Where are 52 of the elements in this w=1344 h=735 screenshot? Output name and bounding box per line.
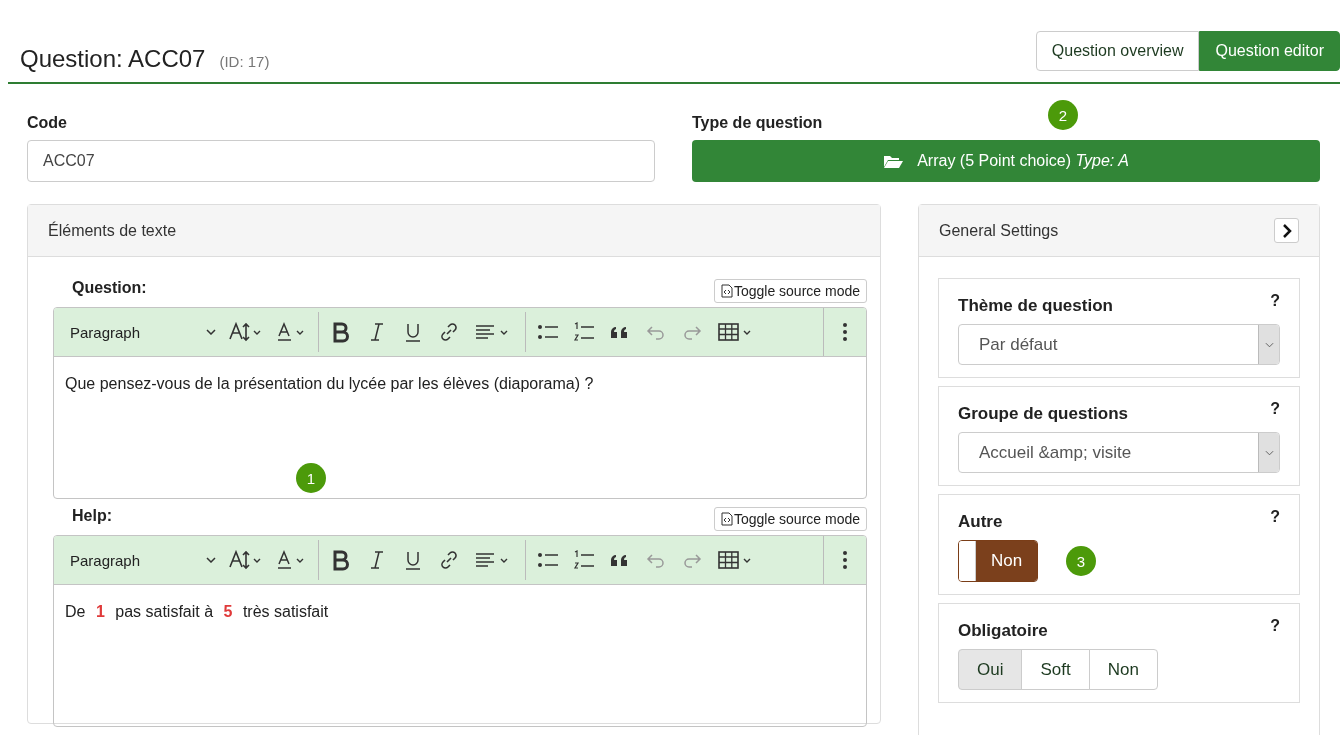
setting-label: Thème de question (958, 296, 1113, 316)
font-size-icon[interactable] (229, 321, 263, 343)
toggle-source-button[interactable]: Toggle source mode (713, 279, 867, 303)
paragraph-dropdown[interactable]: Paragraph (62, 551, 222, 569)
step-marker: 1 (296, 463, 326, 493)
chevron-down-icon (1264, 449, 1274, 456)
option-button[interactable]: Oui (958, 649, 1023, 690)
help-mark[interactable]: ? (1270, 292, 1280, 310)
chevron-down-icon (206, 557, 216, 563)
expand-button[interactable] (1274, 218, 1299, 243)
toggle-source-button[interactable]: Toggle source mode (713, 507, 867, 531)
editor-text: De 1 pas satisfait à 5 très satisfait (65, 603, 330, 621)
code-field[interactable]: ACC07 (27, 140, 655, 182)
select-field[interactable]: Par défaut (958, 324, 1280, 365)
code-file-icon (720, 284, 733, 298)
panel-title: General Settings (939, 221, 1059, 240)
chevron-down-icon (1264, 341, 1274, 348)
editor-text: Que pensez-vous de la présentation du lycée par les élèves (diaporama) ? (65, 375, 595, 393)
help-mark[interactable]: ? (1270, 508, 1280, 526)
page-title: Question: ACC07 (20, 45, 206, 73)
step-marker: 2 (1048, 100, 1078, 130)
link-icon[interactable] (438, 321, 460, 343)
tab[interactable]: Question editor (1199, 31, 1340, 71)
tab[interactable]: Question overview (1035, 31, 1200, 71)
code-label: Code (27, 114, 67, 132)
numbered-list-icon[interactable] (573, 321, 595, 343)
link-icon[interactable] (438, 549, 460, 571)
more-options-icon[interactable] (842, 321, 848, 343)
setting-label: Obligatoire (958, 621, 1048, 641)
setting-label: Groupe de questions (958, 404, 1129, 424)
select-field[interactable]: Accueil &amp; visite (958, 432, 1280, 473)
chevron-right-icon (1281, 223, 1292, 238)
more-options-icon[interactable] (842, 549, 848, 571)
help-mark[interactable]: ? (1270, 400, 1280, 418)
editor-label: Help: (72, 507, 112, 526)
numbered-list-icon[interactable] (573, 549, 595, 571)
option-button[interactable]: Non (1088, 649, 1158, 690)
toggle-switch[interactable]: Non (958, 540, 1038, 582)
editor-label: Question: (72, 279, 147, 298)
folder-icon (883, 153, 904, 169)
font-size-icon[interactable] (229, 549, 263, 571)
question-type-button[interactable]: Array (5 Point choice) Type: A (692, 140, 1320, 182)
chevron-down-icon (206, 329, 216, 335)
question-id: (ID: 17) (219, 53, 270, 70)
panel-header: Éléments de texte (28, 205, 880, 257)
question-type-label: Type de question (692, 114, 823, 132)
paragraph-dropdown[interactable]: Paragraph (62, 323, 222, 341)
setting-label: Autre (958, 512, 1003, 532)
code-file-icon (720, 512, 733, 526)
step-marker: 3 (1066, 546, 1096, 576)
help-mark[interactable]: ? (1270, 617, 1280, 635)
option-button[interactable]: Soft (1021, 649, 1090, 690)
